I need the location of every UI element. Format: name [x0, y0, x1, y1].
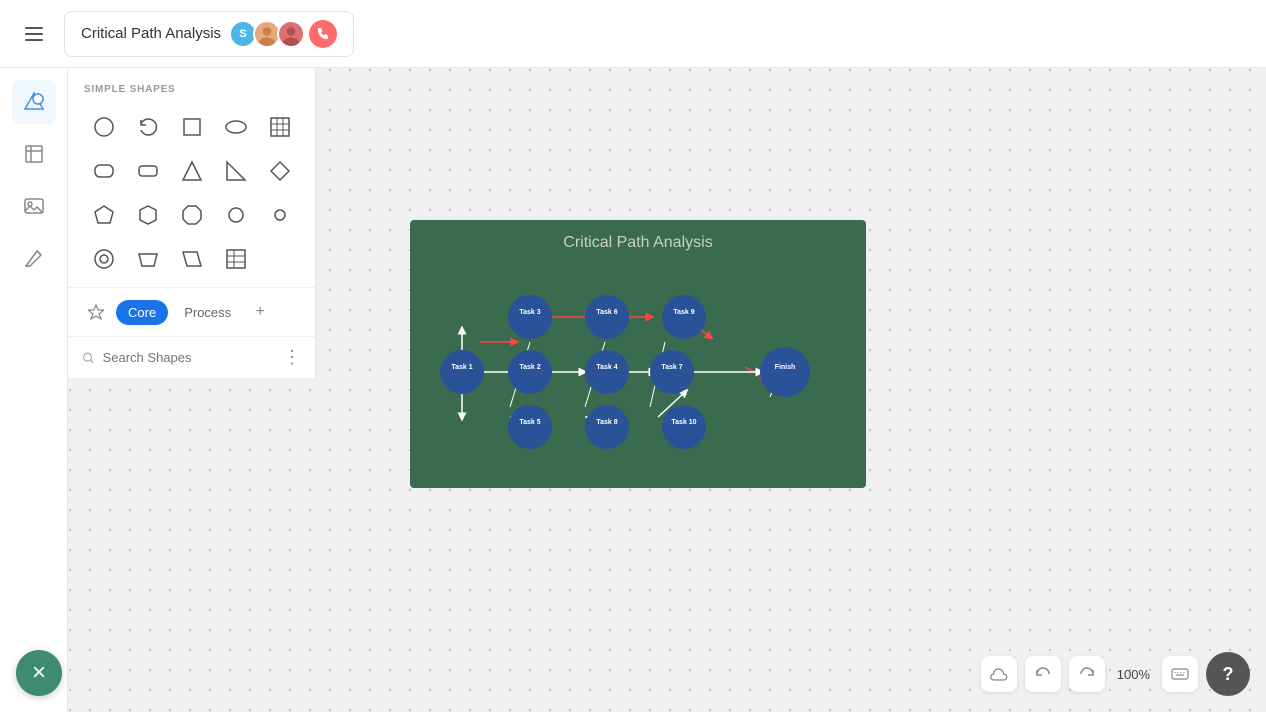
svg-text:Task 4: Task 4 [596, 364, 617, 371]
svg-text:Task 1: Task 1 [451, 364, 472, 371]
shapes-grid [84, 107, 299, 279]
shapes-section: SIMPLE SHAPES [68, 68, 315, 287]
shape-ring[interactable] [84, 239, 124, 279]
shape-undo-arrow[interactable] [128, 107, 168, 147]
cloud-save-button[interactable] [981, 656, 1017, 692]
search-icon [82, 350, 95, 366]
undo-button[interactable] [1025, 656, 1061, 692]
shape-trapezoid[interactable] [128, 239, 168, 279]
shape-pentagon[interactable] [84, 195, 124, 235]
tab-core[interactable]: Core [116, 300, 168, 325]
shape-parallelogram[interactable] [172, 239, 212, 279]
menu-button[interactable] [16, 16, 52, 52]
sidebar-frame-tool[interactable] [12, 132, 56, 176]
more-options-icon[interactable]: ⋮ [283, 347, 301, 368]
title-area: Critical Path Analysis S [64, 11, 354, 57]
header-bar: Critical Path Analysis S [0, 0, 1266, 68]
avatar-r [277, 20, 305, 48]
section-label: SIMPLE SHAPES [84, 84, 299, 95]
call-button[interactable] [309, 20, 337, 48]
shape-circle-xs[interactable] [260, 195, 300, 235]
shape-diamond[interactable] [260, 151, 300, 191]
document-title: Critical Path Analysis [81, 25, 221, 42]
shape-circle-sm[interactable] [216, 195, 256, 235]
shape-tabs: Core Process + [68, 287, 315, 336]
svg-text:Task 8: Task 8 [596, 419, 617, 426]
keyboard-button[interactable] [1162, 656, 1198, 692]
svg-text:Task 2: Task 2 [519, 364, 540, 371]
tab-add-button[interactable]: + [247, 299, 273, 325]
fab-icon: × [32, 661, 46, 685]
svg-text:Task 9: Task 9 [673, 309, 694, 316]
svg-text:Task 10: Task 10 [671, 419, 696, 426]
svg-text:Task 3: Task 3 [519, 309, 540, 316]
shapes-panel: SIMPLE SHAPES [68, 68, 316, 378]
svg-text:Task 5: Task 5 [519, 419, 540, 426]
svg-text:Task 6: Task 6 [596, 309, 617, 316]
diagram-svg: Task 3 Task 6 Task 9 Task 1 Task 2 Task … [410, 262, 866, 488]
collaborators: S [233, 20, 337, 48]
shape-octagon[interactable] [172, 195, 212, 235]
diagram-title: Critical Path Analysis [410, 220, 866, 262]
fab-close-button[interactable]: × [16, 650, 62, 696]
sidebar-draw-tool[interactable] [12, 236, 56, 280]
svg-text:Task 7: Task 7 [661, 364, 682, 371]
svg-text:Finish: Finish [775, 364, 796, 371]
sidebar-shapes-tool[interactable] [12, 80, 56, 124]
help-button[interactable]: ? [1206, 652, 1250, 696]
shape-hexagon[interactable] [128, 195, 168, 235]
tab-star-icon[interactable] [80, 296, 112, 328]
zoom-level: 100% [1113, 667, 1154, 682]
search-bar: ⋮ [68, 336, 315, 378]
shape-square[interactable] [172, 107, 212, 147]
sidebar-image-tool[interactable] [12, 184, 56, 228]
search-input[interactable] [103, 350, 275, 365]
left-sidebar [0, 68, 68, 712]
shape-table[interactable] [216, 239, 256, 279]
shape-ellipse[interactable] [216, 107, 256, 147]
bottom-toolbar: 100% ? [981, 652, 1250, 696]
shape-right-triangle[interactable] [216, 151, 256, 191]
shape-stadium[interactable] [128, 151, 168, 191]
diagram-container: Critical Path Analysis [410, 220, 866, 488]
tab-process[interactable]: Process [172, 300, 243, 325]
shape-circle[interactable] [84, 107, 124, 147]
shape-triangle[interactable] [172, 151, 212, 191]
redo-button[interactable] [1069, 656, 1105, 692]
shape-rounded-rect[interactable] [84, 151, 124, 191]
shape-grid[interactable] [260, 107, 300, 147]
